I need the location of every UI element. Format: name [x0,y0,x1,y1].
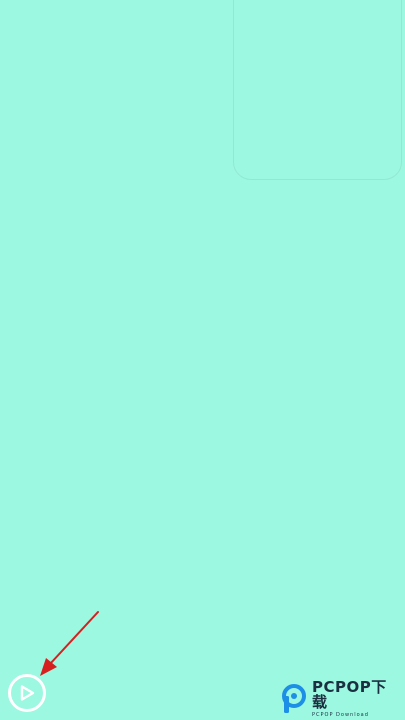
watermark-subtext: PCPOP Download [312,712,369,718]
play-button[interactable] [8,674,46,712]
watermark-text: PCPOP下载 [312,678,387,711]
preview-card [233,0,402,180]
app-screen: PCPOP下载 PCPOP Download [0,0,405,720]
play-icon [20,685,35,701]
pcpop-logo-icon [282,684,306,713]
watermark: PCPOP下载 PCPOP Download [280,678,402,718]
